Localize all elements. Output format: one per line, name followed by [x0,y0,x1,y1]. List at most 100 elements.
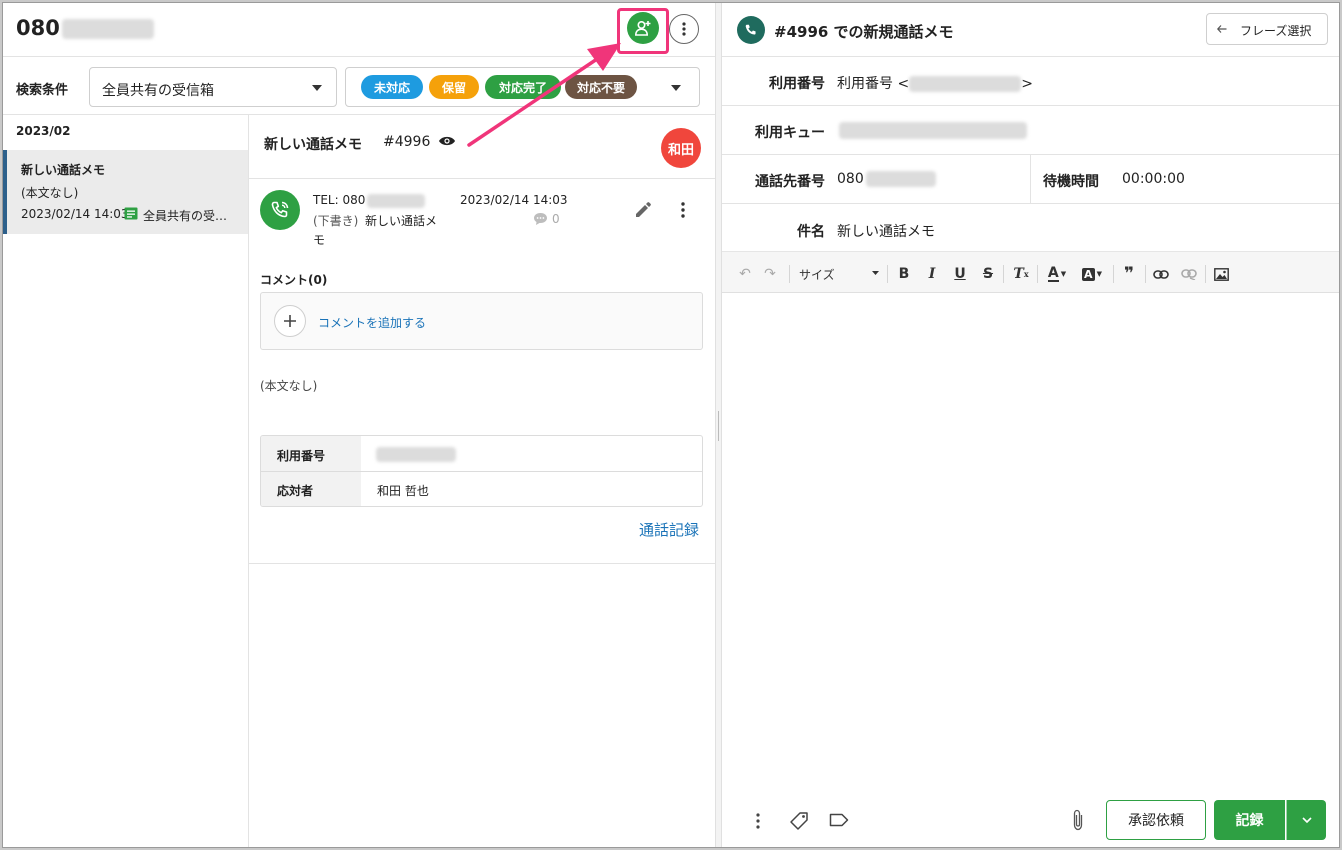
usage-number-label: 利用番号 [769,76,825,92]
detail-body: (本文なし) [260,379,318,393]
arrow-left-icon [1217,25,1227,33]
editor-body[interactable] [722,294,1339,784]
table-label: 応対者 [277,484,314,498]
call-subject-line1: 新しい通話メ [365,214,438,228]
label-icon[interactable] [829,813,849,827]
image-icon[interactable] [1211,265,1231,283]
add-comment-box[interactable]: コメントを追加する [260,292,703,350]
toolbar-separator [789,265,790,283]
font-size-select[interactable]: サイズ [799,265,881,283]
queue-label: 利用キュー [755,125,825,141]
detail-title: 新しい通話メモ [264,137,362,153]
strikethrough-icon[interactable]: S [979,265,997,283]
list-item-body: (本文なし) [21,186,79,200]
call-avatar [260,190,300,230]
add-comment-link[interactable]: コメントを追加する [318,314,426,331]
table-row-divider [261,471,702,472]
destination-value[interactable]: 080 [837,171,936,187]
usage-number-value[interactable]: 利用番号 < > [837,73,1033,93]
compose-header: #4996 での新規通話メモ フレーズ選択 [722,3,1339,57]
background-color-icon[interactable]: A ▼ [1077,265,1107,283]
dropdown-arrow-icon [671,85,681,91]
redacted-phone [865,171,936,187]
call-draft-label: (下書き) [313,214,359,228]
toolbar-separator [1037,265,1038,283]
row-divider [722,105,1339,106]
attachment-icon[interactable] [1072,809,1084,831]
call-subject-line2: モ [313,233,326,247]
row-divider [722,203,1339,204]
undo-icon[interactable]: ↶ [736,265,754,283]
detail-header: 新しい通話メモ #4996 和田 [249,115,715,179]
compose-title: #4996 での新規通話メモ [774,23,954,41]
subject-input[interactable]: 新しい通話メモ [837,221,935,241]
dropdown-arrow-icon [872,271,879,275]
compose-phone-badge [737,16,765,44]
ticket-number: #4996 [383,134,431,150]
record-button[interactable]: 記録 [1214,800,1285,840]
plus-icon [284,315,296,327]
link-icon [1153,269,1169,279]
bold-icon[interactable]: B [895,265,913,283]
status-pill-unhandled[interactable]: 未対応 [361,75,423,99]
header-more-button[interactable] [669,14,699,44]
list-item-title: 新しい通話メモ [21,163,106,177]
list-item-inbox: 全員共有の受… [143,209,228,223]
splitter-grip [718,411,719,441]
underline-icon[interactable]: U [951,265,969,283]
redacted-queue[interactable] [839,122,1027,139]
comment-count: 0 [552,212,560,226]
phrase-select-button[interactable]: フレーズ選択 [1206,13,1328,45]
blockquote-icon[interactable]: ❞ [1119,264,1139,284]
unlink-icon[interactable] [1179,265,1199,283]
tag-icon[interactable] [789,811,809,831]
clear-format-icon[interactable]: Tx [1011,265,1031,283]
person-add-icon [634,20,651,36]
filter-label: 検索条件 [16,83,69,98]
row-divider-vertical [1030,154,1031,203]
call-more-icon[interactable] [681,202,685,218]
toolbar-separator [1003,265,1004,283]
wait-time-value: 00:00:00 [1122,171,1185,187]
table-label: 利用番号 [277,449,326,463]
comment-icon [534,213,547,225]
list-item[interactable]: 新しい通話メモ (本文なし) 2023/02/14 14:03 全員共有の受… [3,150,248,234]
row-divider [722,154,1339,155]
call-date: 2023/02/14 14:03 [460,193,568,207]
detail-divider [249,563,715,564]
toolbar-separator [1205,265,1206,283]
add-comment-button[interactable] [274,305,306,337]
compose-more-icon[interactable] [756,813,760,829]
phone-call-icon [271,201,289,218]
redacted-phone [61,19,154,39]
toolbar-separator [1113,265,1114,283]
subject-label: 件名 [797,224,825,240]
detail-info-table: 利用番号 応対者 和田 哲也 [260,435,703,507]
toolbar-separator [1145,265,1146,283]
record-options-button[interactable] [1286,800,1326,840]
app-window: 080 検索条件 全員共有の受信箱 未対応 保留 対応完了 対応不要 2023/… [2,2,1340,848]
list-month-header: 2023/02 [16,124,71,138]
phone-number-title: 080 [16,16,154,40]
eye-icon[interactable] [438,135,456,147]
assignee-badge[interactable]: 和田 [661,128,701,168]
phone-icon [745,24,756,35]
call-record-link[interactable]: 通話記録 [639,519,699,540]
list-item-date: 2023/02/14 14:03 [21,207,129,221]
comments-header: コメント(0) [260,273,328,287]
redo-icon[interactable]: ↷ [761,265,779,283]
link-icon[interactable] [1151,265,1171,283]
table-value: 和田 哲也 [377,484,429,498]
redacted-usage-number [376,447,456,462]
inbox-select[interactable]: 全員共有の受信箱 [89,67,337,107]
edit-pencil-icon[interactable] [634,201,652,219]
dropdown-arrow-icon [312,85,322,91]
approval-request-button[interactable]: 承認依頼 [1106,800,1206,840]
italic-icon[interactable]: I [923,265,941,283]
pane-splitter[interactable] [715,3,722,847]
chevron-down-icon [1301,817,1312,823]
text-color-icon[interactable]: A ▼ [1043,265,1071,283]
unlink-icon [1181,268,1197,280]
wait-time-label: 待機時間 [1043,174,1099,190]
image-icon [1213,267,1229,281]
